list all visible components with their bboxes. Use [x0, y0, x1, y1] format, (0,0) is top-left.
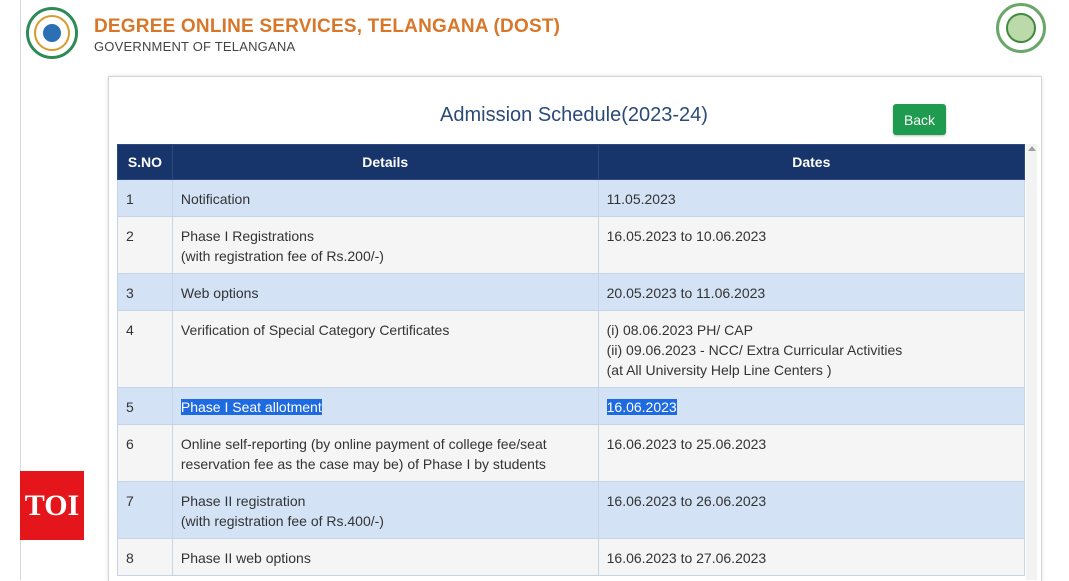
dates-line: 11.05.2023 — [606, 191, 676, 207]
site-title: DEGREE ONLINE SERVICES, TELANGANA (DOST) — [94, 16, 561, 37]
table-row-selected: 5 Phase I Seat allotment 16.06.2023 — [117, 387, 1026, 425]
dates-line: 16.06.2023 to 26.06.2023 — [606, 493, 767, 509]
details-line: Phase II web options — [180, 550, 311, 566]
cell-dates: 20.05.2023 to 11.06.2023 — [597, 273, 1026, 311]
table-row: 1 Notification 11.05.2023 — [117, 179, 1026, 217]
dates-line: (i) 08.06.2023 PH/ CAP — [606, 322, 753, 338]
dates-line: 20.05.2023 to 11.06.2023 — [606, 285, 766, 301]
cell-sno: 1 — [117, 179, 173, 217]
cell-details: Web options — [171, 273, 599, 311]
vertical-scrollbar[interactable] — [1026, 144, 1037, 580]
back-button[interactable]: Back — [893, 104, 946, 135]
site-subtitle: GOVERNMENT OF TELANGANA — [94, 39, 296, 54]
cell-sno: 4 — [117, 310, 173, 388]
admission-schedule-table: S.NO Details Dates 1 Notification 11.05.… — [117, 144, 1026, 576]
table-row: 8 Phase II web options 16.06.2023 to 27.… — [117, 538, 1026, 576]
toi-badge: TOI — [20, 471, 84, 540]
table-row: 2 Phase I Registrations (with registrati… — [117, 216, 1026, 274]
cell-sno: 8 — [117, 538, 173, 576]
table-row: 6 Online self-reporting (by online payme… — [117, 424, 1026, 482]
scroll-up-arrow-icon[interactable] — [1028, 146, 1036, 151]
cell-sno: 3 — [117, 273, 173, 311]
cell-sno: 6 — [117, 424, 173, 482]
cell-details: Phase II web options — [171, 538, 599, 576]
cell-details: Verification of Special Category Certifi… — [171, 310, 599, 388]
council-emblem-icon — [26, 7, 78, 59]
cell-dates: 16.06.2023 to 27.06.2023 — [597, 538, 1026, 576]
cell-details: Online self-reporting (by online payment… — [171, 424, 599, 482]
cell-dates: 11.05.2023 — [597, 179, 1026, 217]
cell-dates: 16.06.2023 to 25.06.2023 — [597, 424, 1026, 482]
column-header-dates: Dates — [597, 144, 1026, 180]
dates-line: 16.05.2023 to 10.06.2023 — [606, 228, 767, 244]
table-row: 3 Web options 20.05.2023 to 11.06.2023 — [117, 273, 1026, 311]
details-line: Verification of Special Category Certifi… — [180, 322, 450, 338]
site-header: DEGREE ONLINE SERVICES, TELANGANA (DOST)… — [0, 0, 1069, 70]
cell-details: Notification — [171, 179, 599, 217]
details-line: Online self-reporting (by online payment… — [180, 436, 547, 452]
dates-line: 16.06.2023 to 25.06.2023 — [606, 436, 767, 452]
details-line: Phase II registration — [180, 493, 306, 509]
government-emblem-icon — [996, 3, 1046, 53]
selected-text: 16.06.2023 — [606, 399, 677, 415]
dates-line: (ii) 09.06.2023 - NCC/ Extra Curricular … — [606, 342, 903, 358]
table-header-row: S.NO Details Dates — [117, 144, 1026, 180]
details-line: Notification — [180, 191, 251, 207]
column-header-sno: S.NO — [117, 144, 173, 180]
cell-dates: 16.06.2023 — [597, 387, 1026, 425]
table-row: 7 Phase II registration (with registrati… — [117, 481, 1026, 539]
column-header-details: Details — [171, 144, 599, 180]
details-line: Phase I Registrations — [180, 228, 314, 244]
cell-details: Phase II registration (with registration… — [171, 481, 599, 539]
details-line: (with registration fee of Rs.400/-) — [180, 513, 384, 529]
cell-dates: 16.06.2023 to 26.06.2023 — [597, 481, 1026, 539]
cell-dates: (i) 08.06.2023 PH/ CAP (ii) 09.06.2023 -… — [597, 310, 1026, 388]
cell-sno: 2 — [117, 216, 173, 274]
cell-details: Phase I Seat allotment — [171, 387, 599, 425]
dates-line: (at All University Help Line Centers ) — [606, 362, 832, 378]
page-title: Admission Schedule(2023-24) — [440, 104, 708, 126]
dates-line: 16.06.2023 to 27.06.2023 — [606, 550, 767, 566]
left-margin — [0, 0, 20, 580]
cell-sno: 5 — [117, 387, 173, 425]
details-line: reservation fee as the case may be) of P… — [180, 456, 546, 472]
details-line: Web options — [180, 285, 259, 301]
cell-details: Phase I Registrations (with registration… — [171, 216, 599, 274]
cell-sno: 7 — [117, 481, 173, 539]
table-row: 4 Verification of Special Category Certi… — [117, 310, 1026, 388]
cell-dates: 16.05.2023 to 10.06.2023 — [597, 216, 1026, 274]
right-margin — [1050, 0, 1069, 580]
selected-text: Phase I Seat allotment — [180, 399, 322, 415]
details-line: (with registration fee of Rs.200/-) — [180, 248, 384, 264]
